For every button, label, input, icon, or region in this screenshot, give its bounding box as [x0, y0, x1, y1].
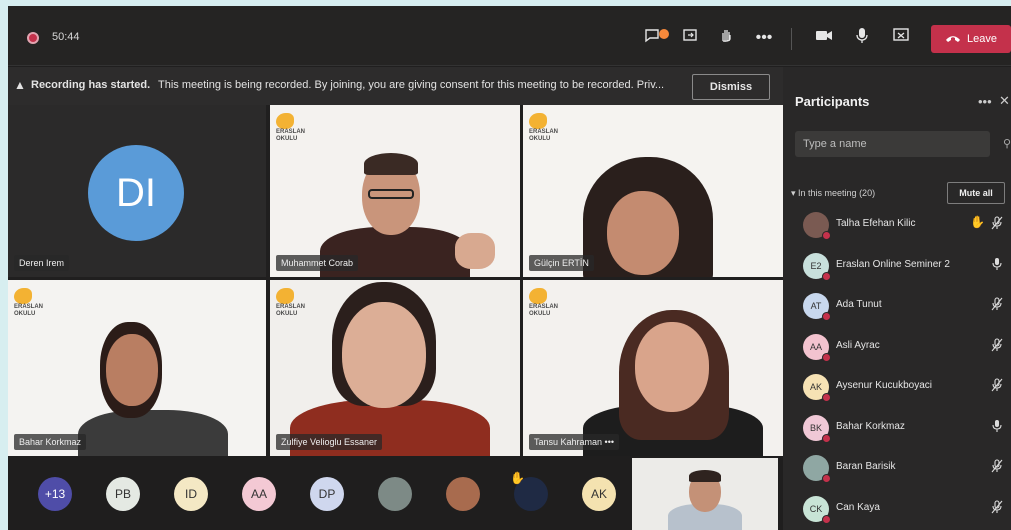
phone-hangup-icon [946, 36, 960, 42]
share-tray-icon[interactable] [678, 26, 702, 50]
meeting-timer: 50:44 [52, 31, 80, 43]
participant-name-label: Bahar Korkmaz [14, 434, 87, 450]
avatar [803, 212, 831, 240]
participant-name: Eraslan Online Seminer 2 [836, 258, 950, 270]
video-tile[interactable]: DI Deren Irem [8, 105, 266, 277]
participant-name: Ada Tunut [836, 299, 882, 310]
overflow-count-chip[interactable]: +13 [38, 477, 72, 511]
mic-off-icon[interactable] [991, 297, 1003, 314]
participant-chip[interactable]: ID [174, 477, 208, 511]
participant-chip[interactable]: AK [582, 477, 616, 511]
warning-icon: ▲ [14, 78, 26, 92]
participant-row[interactable]: Talha Efehan Kilic ✋ [783, 206, 1011, 246]
school-logo: ERASLAN OKULU [529, 113, 567, 143]
banner-message: This meeting is being recorded. By joini… [158, 79, 665, 91]
self-video-preview[interactable] [632, 458, 778, 530]
mic-icon[interactable] [991, 419, 1003, 436]
avatar: AA [803, 333, 831, 362]
avatar: AT [803, 293, 831, 321]
avatar: BK [803, 414, 831, 443]
mic-off-icon[interactable] [991, 216, 1003, 233]
mic-icon[interactable] [991, 257, 1003, 274]
raise-hand-icon[interactable] [714, 26, 738, 50]
video-tile[interactable]: ERASLAN OKULU Bahar Korkmaz [8, 280, 266, 456]
participant-name-label: Gülçin ERTİN [529, 255, 594, 271]
participant-name: Asli Ayrac [836, 339, 880, 351]
meeting-toolbar: 50:44 ••• Leave [8, 6, 1011, 66]
avatar: CK [803, 495, 831, 524]
leave-button[interactable]: Leave [931, 25, 1011, 53]
recording-banner: ▲ Recording has started. This meeting is… [8, 67, 783, 105]
in-meeting-section-header[interactable]: ▾ In this meeting (20) [791, 188, 875, 199]
notification-badge [659, 29, 669, 39]
mute-all-button[interactable]: Mute all [947, 182, 1005, 204]
avatar: DI [88, 145, 184, 241]
participants-panel: Participants ••• ✕ ⚲ ▾ In this meeting (… [783, 67, 1011, 530]
school-logo: ERASLAN OKULU [529, 288, 567, 318]
participant-row[interactable]: AK Aysenur Kucukboyaci [783, 368, 1011, 408]
participant-name-label: Zulfiye Velioglu Essaner [276, 434, 383, 450]
video-tile[interactable]: ERASLAN OKULU Tansu Kahraman ••• [523, 280, 783, 456]
presence-status-icon [822, 271, 831, 281]
participant-chip[interactable]: DP [310, 477, 344, 511]
participant-name-label: Deren Irem [14, 255, 70, 271]
presence-status-icon [822, 352, 831, 362]
share-screen-icon[interactable] [889, 26, 913, 50]
presence-status-icon [822, 393, 831, 402]
participant-row[interactable]: AA Asli Ayrac [783, 328, 1011, 368]
school-logo: ERASLAN OKULU [276, 113, 314, 143]
presence-status-icon [822, 433, 831, 443]
participant-photo-chip[interactable]: ✋ [510, 471, 548, 511]
school-logo: ERASLAN OKULU [14, 288, 52, 318]
participant-name: Bahar Korkmaz [836, 420, 905, 432]
participant-row[interactable]: AT Ada Tunut [783, 287, 1011, 327]
mic-off-icon[interactable] [991, 499, 1003, 517]
mic-off-icon[interactable] [991, 337, 1003, 355]
video-tile[interactable]: ERASLAN OKULU Muhammet Corab [270, 105, 520, 277]
participant-row[interactable]: BK Bahar Korkmaz [783, 409, 1011, 449]
presence-status-icon [822, 312, 831, 321]
presence-status-icon [822, 231, 831, 240]
search-icon[interactable]: ⚲ [1003, 137, 1011, 150]
participant-chip[interactable]: AA [242, 477, 276, 511]
presence-status-icon [822, 474, 831, 483]
school-logo: ERASLAN OKULU [276, 288, 314, 318]
raise-hand-icon: ✋ [510, 471, 525, 485]
mic-icon[interactable] [850, 26, 874, 50]
avatar [803, 455, 831, 483]
more-icon[interactable]: ••• [978, 94, 992, 109]
teams-meeting-window: 50:44 ••• Leave ▲ Recording has started. [8, 6, 1011, 530]
leave-label: Leave [967, 33, 997, 45]
participant-photo-chip[interactable] [378, 477, 412, 511]
avatar: AK [803, 374, 831, 402]
participant-name: Talha Efehan Kilic [836, 218, 916, 229]
close-icon[interactable]: ✕ [999, 93, 1010, 109]
participant-name-label: Muhammet Corab [276, 255, 359, 271]
participant-name: Baran Barisik [836, 461, 896, 472]
video-tile[interactable]: ERASLAN OKULU Zulfiye Velioglu Essaner [270, 280, 520, 456]
presence-status-icon [822, 514, 831, 524]
participant-name: Can Kaya [836, 501, 880, 513]
mic-off-icon[interactable] [991, 459, 1003, 476]
panel-title: Participants [795, 94, 870, 109]
banner-title: Recording has started. [31, 79, 151, 91]
participant-search-input[interactable] [795, 131, 990, 157]
toolbar-divider [791, 28, 792, 50]
participant-row[interactable]: E2 Eraslan Online Seminer 2 [783, 247, 1011, 287]
dismiss-button[interactable]: Dismiss [692, 74, 770, 100]
more-icon[interactable]: ••• [752, 26, 776, 50]
participant-name-label: Tansu Kahraman ••• [529, 434, 619, 450]
participant-row[interactable]: Baran Barisik [783, 449, 1011, 489]
participant-name: Aysenur Kucukboyaci [836, 380, 932, 391]
mic-off-icon[interactable] [991, 378, 1003, 395]
participant-chip[interactable]: PB [106, 477, 140, 511]
video-tile[interactable]: ERASLAN OKULU Gülçin ERTİN [523, 105, 783, 277]
raise-hand-icon: ✋ [970, 215, 985, 229]
camera-icon[interactable] [812, 26, 836, 50]
recording-indicator-icon [27, 32, 39, 44]
participant-row[interactable]: CK Can Kaya [783, 490, 1011, 530]
avatar: E2 [803, 252, 831, 281]
participant-photo-chip[interactable] [446, 477, 480, 511]
